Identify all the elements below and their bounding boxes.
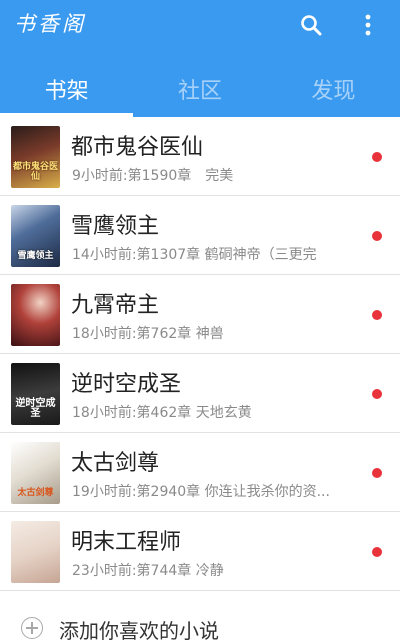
book-row[interactable]: 都市鬼谷医仙 都市鬼谷医仙 9小时前:第1590章 完美 (0, 117, 400, 196)
book-cover-text: 雪鹰领主 (17, 251, 54, 261)
book-title: 雪鹰领主 (71, 214, 160, 239)
tab-community[interactable]: 社区 (133, 60, 266, 117)
tab-discover[interactable]: 发现 (267, 60, 400, 117)
book-title: 逆时空成圣 (71, 372, 182, 397)
unread-dot (372, 547, 382, 557)
unread-dot (372, 310, 382, 320)
book-title: 九霄帝主 (71, 293, 160, 318)
book-cover: 太古剑尊 (11, 442, 60, 504)
book-row[interactable]: 明末工程师 23小时前:第744章 冷静 (0, 512, 400, 591)
search-button[interactable] (294, 8, 328, 42)
book-update-info: 14小时前:第1307章 鹤硐神帝（三更完 (72, 247, 317, 263)
book-row[interactable]: 九霄帝主 18小时前:第762章 神兽 (0, 275, 400, 354)
book-update-info: 18小时前:第762章 神兽 (72, 326, 224, 342)
unread-dot (372, 231, 382, 241)
app-title: 书香阁 (14, 12, 86, 36)
book-cover-text: 都市鬼谷医仙 (13, 162, 59, 182)
bookshelf-list: 都市鬼谷医仙 都市鬼谷医仙 9小时前:第1590章 完美 雪鹰领主 雪鹰领主 1… (0, 117, 400, 591)
book-cover (11, 284, 60, 346)
tab-bookshelf[interactable]: 书架 (0, 60, 134, 117)
app-bar: 书香阁 书架 社区 发现 (0, 0, 400, 117)
more-vert-icon (365, 14, 371, 36)
book-update-info: 18小时前:第462章 天地玄黄 (72, 405, 252, 421)
book-row[interactable]: 太古剑尊 太古剑尊 19小时前:第2940章 你连让我杀你的资... (0, 433, 400, 512)
book-title: 明末工程师 (71, 530, 182, 555)
book-title: 太古剑尊 (71, 451, 160, 476)
more-options-button[interactable] (351, 8, 385, 42)
book-cover-text: 太古剑尊 (17, 488, 54, 498)
book-update-info: 9小时前:第1590章 完美 (72, 168, 234, 184)
unread-dot (372, 389, 382, 399)
book-update-info: 23小时前:第744章 冷静 (72, 563, 224, 579)
book-cover: 逆时空成圣 (11, 363, 60, 425)
unread-dot (372, 152, 382, 162)
book-cover: 雪鹰领主 (11, 205, 60, 267)
book-cover: 都市鬼谷医仙 (11, 126, 60, 188)
add-circle-icon (21, 617, 43, 639)
book-title: 都市鬼谷医仙 (71, 135, 204, 160)
search-icon (301, 15, 322, 36)
book-cover (11, 521, 60, 583)
book-row[interactable]: 逆时空成圣 逆时空成圣 18小时前:第462章 天地玄黄 (0, 354, 400, 433)
unread-dot (372, 468, 382, 478)
add-book-row[interactable]: 添加你喜欢的小说 (0, 605, 400, 642)
tab-bar: 书架 社区 发现 (0, 60, 400, 117)
book-cover-text: 逆时空成圣 (15, 398, 56, 419)
book-row[interactable]: 雪鹰领主 雪鹰领主 14小时前:第1307章 鹤硐神帝（三更完 (0, 196, 400, 275)
add-book-label: 添加你喜欢的小说 (59, 619, 219, 642)
book-update-info: 19小时前:第2940章 你连让我杀你的资... (72, 484, 330, 500)
